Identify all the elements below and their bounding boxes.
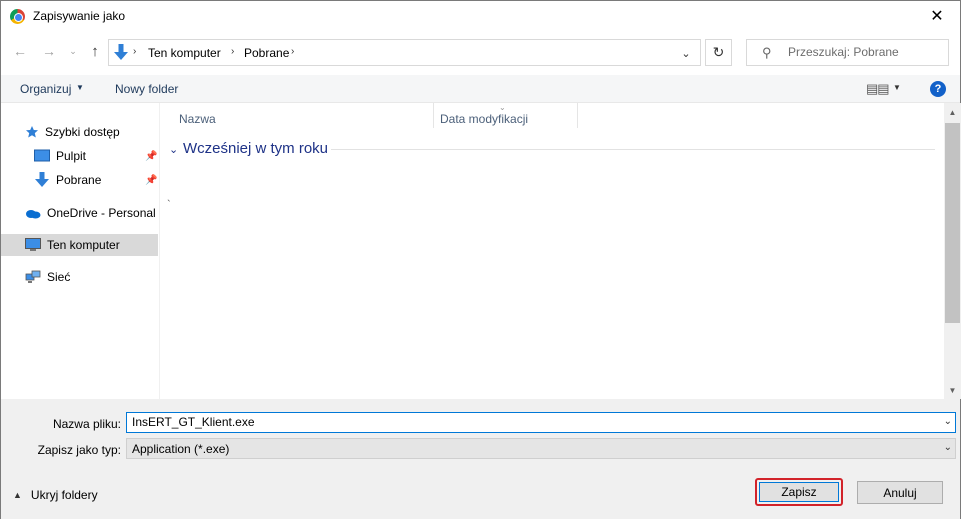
- breadcrumb-chevron-icon[interactable]: ›: [231, 46, 234, 57]
- file-type-label: Zapisz jako typ:: [37, 443, 121, 457]
- sidebar-item-desktop[interactable]: Pulpit: [34, 145, 160, 167]
- sidebar-item-onedrive[interactable]: OneDrive - Personal: [25, 202, 160, 224]
- file-list: Nazwa ⌄ Data modyfikacji ⌄ Wcześniej w t…: [161, 103, 944, 399]
- sidebar-item-network[interactable]: Sieć: [25, 266, 155, 288]
- network-icon: [25, 270, 41, 283]
- cloud-icon: [26, 209, 41, 218]
- search-box[interactable]: ⚲: [746, 39, 949, 66]
- column-divider[interactable]: [577, 103, 578, 128]
- pin-icon[interactable]: 📌: [145, 151, 157, 162]
- sidebar-item-label: Sieć: [47, 270, 71, 284]
- window-title: Zapisywanie jako: [33, 9, 126, 23]
- sidebar-item-quick-access[interactable]: Szybki dostęp: [25, 121, 155, 143]
- chevron-down-icon: ⌄: [69, 45, 77, 56]
- star-icon: [26, 126, 38, 138]
- scroll-down-icon[interactable]: ▼: [944, 383, 961, 397]
- arrow-up-icon: ↑: [91, 42, 99, 60]
- chevron-down-icon[interactable]: ⌄: [944, 442, 952, 453]
- sidebar-item-label: Ten komputer: [47, 238, 120, 252]
- address-bar[interactable]: › Ten komputer › Pobrane › ⌄: [108, 39, 701, 66]
- close-button[interactable]: ✕: [914, 1, 960, 31]
- organize-dropdown-icon[interactable]: ▼: [76, 83, 84, 92]
- column-divider[interactable]: [433, 103, 434, 128]
- download-icon: [35, 172, 49, 187]
- desktop-icon: [34, 149, 50, 162]
- group-header[interactable]: Wcześniej w tym roku: [183, 140, 328, 157]
- download-folder-icon: [114, 44, 128, 60]
- file-name-input[interactable]: [132, 415, 922, 429]
- chevron-up-icon: ▲: [13, 490, 22, 500]
- save-as-dialog: Zapisywanie jako ✕ ← → ⌄ ↑ › Ten kompute…: [0, 0, 961, 519]
- hide-folders-button[interactable]: ▲ Ukryj foldery: [13, 488, 98, 502]
- save-button-highlight: Zapisz: [755, 478, 843, 506]
- command-toolbar: Organizuj ▼ Nowy folder ▤▤ ▼ ?: [1, 75, 960, 103]
- hide-folders-label: Ukryj foldery: [30, 488, 98, 502]
- breadcrumb-downloads[interactable]: Pobrane: [244, 46, 289, 60]
- file-type-value: Application (*.exe): [132, 442, 230, 456]
- column-header-name[interactable]: Nazwa: [179, 103, 216, 128]
- breadcrumb-chevron-icon[interactable]: ›: [291, 46, 294, 57]
- arrow-right-icon: →: [42, 43, 56, 59]
- group-divider: [331, 149, 935, 150]
- search-icon: ⚲: [762, 45, 772, 60]
- chevron-down-icon[interactable]: ⌄: [944, 416, 952, 427]
- navigation-bar: ← → ⌄ ↑ › Ten komputer › Pobrane › ⌄ ↻ ⚲…: [1, 31, 960, 71]
- arrow-left-icon: ←: [13, 43, 27, 59]
- search-input[interactable]: [788, 45, 938, 59]
- sidebar-item-label: OneDrive - Personal: [47, 206, 156, 220]
- address-dropdown-icon[interactable]: ⌄: [677, 45, 695, 61]
- sidebar-item-label: Pobrane: [56, 173, 102, 187]
- new-folder-button[interactable]: Nowy folder: [115, 82, 178, 96]
- view-options-icon[interactable]: ▤▤: [866, 81, 890, 97]
- chrome-icon: [10, 9, 25, 24]
- title-bar: Zapisywanie jako ✕: [1, 1, 960, 31]
- sidebar-item-label: Pulpit: [56, 149, 87, 163]
- column-header-date-modified[interactable]: Data modyfikacji: [440, 103, 528, 128]
- scroll-up-icon[interactable]: ▲: [944, 105, 961, 119]
- sidebar-item-label: Szybki dostęp: [45, 125, 120, 139]
- stray-mark: `: [167, 199, 171, 211]
- up-button[interactable]: ↑: [85, 40, 105, 62]
- navigation-pane: Szybki dostęp Pulpit 📌 Pobrane 📌 OneDriv…: [1, 103, 160, 399]
- recent-locations-button[interactable]: ⌄: [63, 40, 83, 62]
- breadcrumb-chevron-icon[interactable]: ›: [133, 46, 136, 57]
- save-button[interactable]: Zapisz: [759, 482, 839, 502]
- help-icon[interactable]: ?: [930, 81, 946, 97]
- save-options-panel: Nazwa pliku: ⌄ Zapisz jako typ: Applicat…: [1, 399, 960, 519]
- scrollbar-thumb[interactable]: [945, 123, 960, 323]
- forward-button[interactable]: →: [39, 40, 59, 62]
- sidebar-item-downloads[interactable]: Pobrane: [34, 169, 160, 191]
- computer-icon: [25, 238, 41, 251]
- close-icon: ✕: [930, 8, 944, 25]
- view-dropdown-icon[interactable]: ▼: [893, 83, 901, 92]
- sidebar-item-this-pc[interactable]: Ten komputer: [1, 234, 158, 256]
- refresh-icon: ↻: [712, 44, 725, 60]
- file-type-select[interactable]: Application (*.exe) ⌄: [126, 438, 956, 459]
- breadcrumb-this-pc[interactable]: Ten komputer: [148, 46, 221, 60]
- refresh-button[interactable]: ↻: [705, 39, 732, 66]
- vertical-scrollbar[interactable]: ▲ ▼: [944, 103, 961, 399]
- file-name-combobox[interactable]: ⌄: [126, 412, 956, 433]
- file-name-label: Nazwa pliku:: [52, 417, 121, 431]
- back-button[interactable]: ←: [10, 40, 30, 62]
- organize-button[interactable]: Organizuj: [20, 82, 71, 96]
- group-collapse-icon[interactable]: ⌄: [169, 143, 178, 156]
- cancel-button[interactable]: Anuluj: [857, 481, 943, 504]
- pin-icon[interactable]: 📌: [145, 175, 157, 186]
